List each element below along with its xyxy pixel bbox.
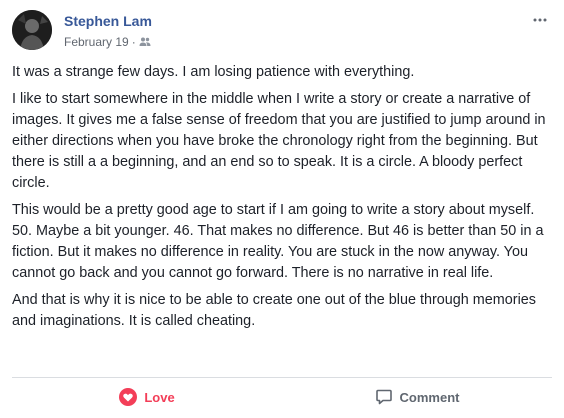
love-button[interactable]: Love [12,380,282,414]
post-paragraph: I like to start somewhere in the middle … [12,91,546,191]
comment-button[interactable]: Comment [282,380,552,414]
love-label: Love [144,389,175,405]
avatar[interactable] [12,10,52,50]
comment-icon [375,389,392,405]
comment-label: Comment [399,389,460,405]
post-paragraph: And that is why it is nice to be able to… [12,292,536,329]
post-body: It was a strange few days. I am losing p… [12,62,552,338]
post-paragraph: This would be a pretty good age to start… [12,202,544,281]
divider [12,377,552,378]
friends-icon[interactable] [139,36,151,48]
more-options-icon[interactable] [528,10,552,30]
post-date[interactable]: February 19 [64,34,129,50]
post-header: Stephen Lam February 19 · [12,10,552,54]
post-meta: February 19 · [64,34,151,50]
meta-separator: · [131,35,136,49]
love-icon [119,388,138,406]
post-actions: Love Comment [12,380,552,414]
author-name[interactable]: Stephen Lam [64,12,152,30]
facebook-post: Stephen Lam February 19 · It was a stran [0,0,564,418]
post-paragraph: It was a strange few days. I am losing p… [12,64,415,80]
